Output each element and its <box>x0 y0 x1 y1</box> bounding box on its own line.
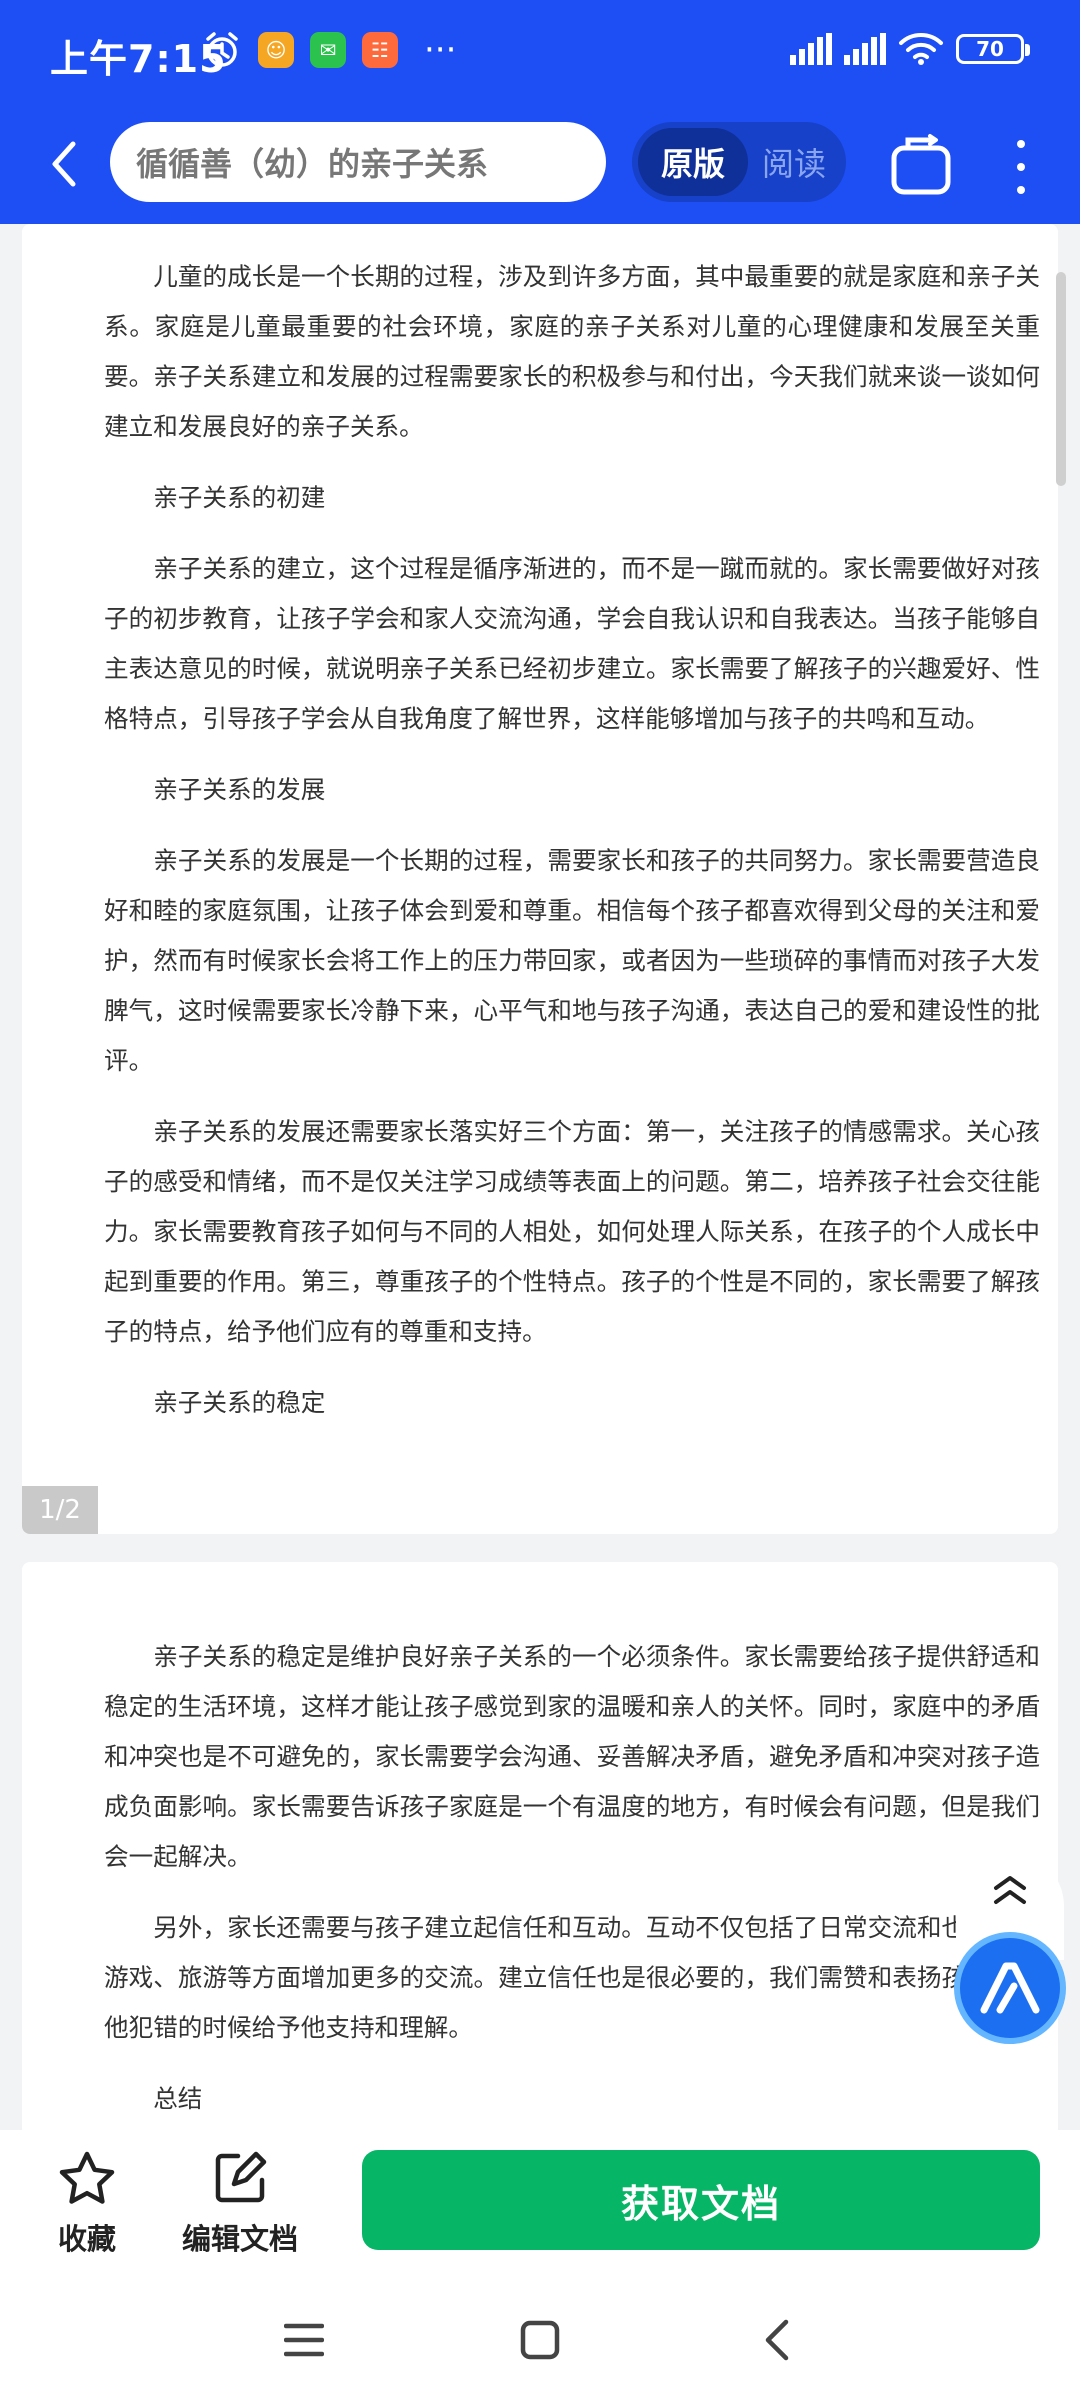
edit-document-label: 编辑文档 <box>182 2222 299 2256</box>
more-options-icon[interactable] <box>1004 132 1038 202</box>
search-text: 循循善（幼）的亲子关系 <box>136 145 489 183</box>
more-notifications-icon: ··· <box>424 30 457 70</box>
menu-icon <box>284 2323 324 2357</box>
mode-original-button[interactable]: 原版 <box>638 128 748 196</box>
page-2-text: 亲子关系的稳定是维护良好亲子关系的一个必须条件。家长需要给孩子提供舒适和稳定的生… <box>104 1632 1040 2142</box>
ai-assistant-button[interactable] <box>954 1932 1066 2044</box>
page-1-text: 儿童的成长是一个长期的过程，涉及到许多方面，其中最重要的就是家庭和亲子关系。家庭… <box>104 252 1040 1449</box>
menu-nav-button[interactable] <box>274 2310 334 2370</box>
favorite-label: 收藏 <box>58 2222 117 2256</box>
signal-icon <box>790 33 832 65</box>
paragraph: 亲子关系的稳定是维护良好亲子关系的一个必须条件。家长需要给孩子提供舒适和稳定的生… <box>104 1642 1040 1871</box>
mode-reading-button[interactable]: 阅读 <box>748 128 840 196</box>
view-mode-toggle: 原版 阅读 <box>632 122 846 202</box>
search-input[interactable]: 循循善（幼）的亲子关系 <box>110 122 606 202</box>
paragraph: 亲子关系的发展是一个长期的过程，需要家长和孩子的共同努力。家长需要营造良好和睦的… <box>104 846 1040 1075</box>
wifi-icon <box>899 33 943 65</box>
wechat-icon: ✉ <box>310 32 346 68</box>
edit-icon <box>215 2151 267 2203</box>
system-nav-bar <box>0 2280 1080 2400</box>
alarm-icon <box>206 32 238 67</box>
paragraph: 儿童的成长是一个长期的过程，涉及到许多方面，其中最重要的就是家庭和亲子关系。家庭… <box>104 262 1040 441</box>
switch-app-icon[interactable] <box>886 132 956 202</box>
paragraph: 亲子关系的建立，这个过程是循序渐进的，而不是一蹴而就的。家长需要做好对孩子的初步… <box>104 554 1040 733</box>
toolbar: 循循善（幼）的亲子关系 原版 阅读 <box>0 112 1080 218</box>
status-system-icons: 70 <box>790 32 1030 66</box>
status-time: 上午7:15 <box>50 37 227 81</box>
edit-document-button[interactable]: 编辑文档 <box>182 2150 298 2258</box>
section-heading: 亲子关系的发展 <box>153 775 326 804</box>
header: 上午7:15 ☺ ✉ ☷ ··· 70 循循善（幼）的亲子关系 原版 阅读 <box>0 0 1080 224</box>
section-heading: 总结 <box>153 2084 203 2113</box>
app-notification-icon: ☺ <box>258 32 294 68</box>
document-page-1: 儿童的成长是一个长期的过程，涉及到许多方面，其中最重要的就是家庭和亲子关系。家庭… <box>22 224 1058 1534</box>
bottom-action-bar: 收藏 编辑文档 获取文档 <box>0 2130 1080 2280</box>
back-nav-button[interactable] <box>746 2310 806 2370</box>
home-nav-button[interactable] <box>510 2310 570 2370</box>
status-bar: 上午7:15 ☺ ✉ ☷ ··· 70 <box>0 0 1080 108</box>
battery-icon: 70 <box>956 34 1030 64</box>
status-notification-icons: ☺ ✉ ☷ ··· <box>202 30 456 70</box>
shopping-app-icon: ☷ <box>362 32 398 68</box>
page-number-badge: 1/2 <box>22 1486 98 1534</box>
back-triangle-icon <box>765 2319 789 2361</box>
signal-hd-icon <box>844 33 886 65</box>
get-document-button[interactable]: 获取文档 <box>362 2150 1040 2250</box>
favorite-button[interactable]: 收藏 <box>58 2150 116 2258</box>
paragraph: 另外，家长还需要与孩子建立起信任和互动。互动不仅包括了日常交流和也可以在游戏、旅… <box>104 1913 1040 2042</box>
double-chevron-up-icon <box>994 1876 1026 1904</box>
document-page-2: 亲子关系的稳定是维护良好亲子关系的一个必须条件。家长需要给孩子提供舒适和稳定的生… <box>22 1562 1058 2142</box>
ai-assistant-icon <box>980 1962 1040 2014</box>
battery-level: 70 <box>976 37 1004 61</box>
star-icon <box>59 2151 115 2204</box>
section-heading: 亲子关系的稳定 <box>153 1388 326 1417</box>
section-heading: 亲子关系的初建 <box>153 483 326 512</box>
back-arrow-icon <box>52 141 76 187</box>
paragraph: 亲子关系的发展还需要家长落实好三个方面：第一，关注孩子的情感需求。关心孩子的感受… <box>104 1117 1040 1346</box>
back-button[interactable] <box>36 136 92 192</box>
scrollbar[interactable] <box>1056 272 1066 486</box>
home-square-icon <box>520 2320 560 2360</box>
